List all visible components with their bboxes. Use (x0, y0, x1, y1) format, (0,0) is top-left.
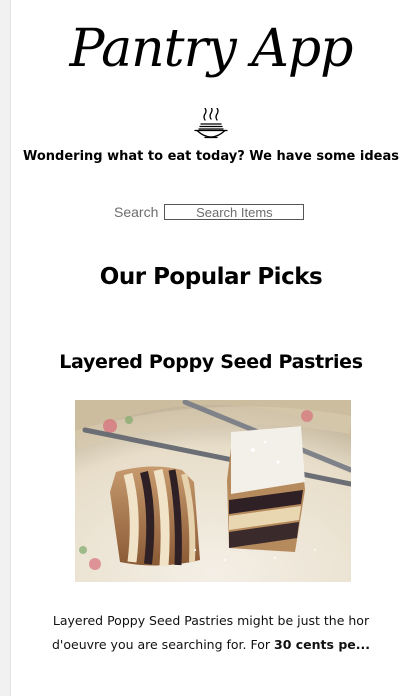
popular-picks-heading: Our Popular Picks (99, 264, 323, 290)
app-title: Pantry App (69, 19, 354, 79)
tagline: Wondering what to eat today? We have som… (23, 149, 399, 164)
noodle-bowl-icon (194, 108, 228, 139)
search-bar: Search (114, 203, 305, 221)
search-label: Search (114, 204, 159, 220)
recipe-card-description: Layered Poppy Seed Pastries might be jus… (41, 609, 381, 657)
recipe-card-title[interactable]: Layered Poppy Seed Pastries (10, 349, 412, 375)
page: Pantry App Wondering what to eat today? … (10, 0, 412, 696)
search-input[interactable] (164, 204, 305, 220)
recipe-card-image[interactable] (75, 400, 351, 582)
recipe-card-price: 30 cents pe... (274, 637, 370, 652)
